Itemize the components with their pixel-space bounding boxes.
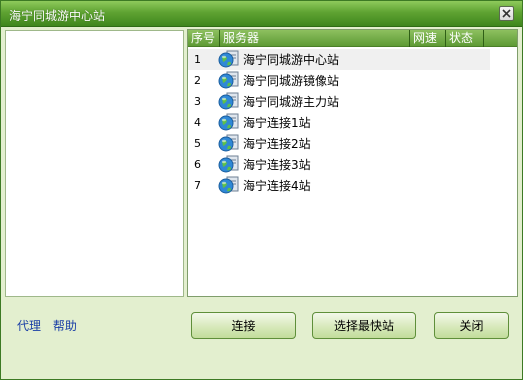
connect-button[interactable]: 连接 xyxy=(191,312,296,339)
row-seq: 3 xyxy=(194,95,201,108)
server-row[interactable]: 5 海宁连接2站 xyxy=(188,133,490,154)
server-list[interactable]: 序号 服务器 网速 状态 1 海宁同城游中心站 2 海宁同城游镜像站 3 海宁同城游主力站… xyxy=(187,29,518,297)
column-header-server[interactable]: 服务器 xyxy=(220,30,410,47)
server-row[interactable]: 4 海宁连接1站 xyxy=(188,112,490,133)
list-header: 序号 服务器 网速 状态 xyxy=(188,30,517,47)
left-panel xyxy=(5,30,184,297)
server-globe-icon xyxy=(218,71,240,91)
row-server-name: 海宁同城游中心站 xyxy=(243,53,340,67)
column-header-filler xyxy=(484,30,517,47)
server-row[interactable]: 1 海宁同城游中心站 xyxy=(188,49,490,70)
server-globe-icon xyxy=(218,134,240,154)
title-bar[interactable]: 海宁同城游中心站 xyxy=(1,1,522,27)
row-seq: 5 xyxy=(194,137,201,150)
window-title: 海宁同城游中心站 xyxy=(9,9,106,23)
server-globe-icon xyxy=(218,92,240,112)
row-server-cell: 海宁同城游镜像站 xyxy=(218,71,339,91)
row-server-cell: 海宁连接3站 xyxy=(218,155,311,175)
column-header-speed[interactable]: 网速 xyxy=(410,30,446,47)
server-globe-icon xyxy=(218,113,240,133)
select-fastest-button[interactable]: 选择最快站 xyxy=(312,312,416,339)
row-server-cell: 海宁连接1站 xyxy=(218,113,311,133)
row-server-cell: 海宁同城游中心站 xyxy=(218,50,339,70)
server-row[interactable]: 6 海宁连接3站 xyxy=(188,154,490,175)
proxy-link[interactable]: 代理 xyxy=(17,319,41,333)
dialog-body: 序号 服务器 网速 状态 1 海宁同城游中心站 2 海宁同城游镜像站 3 海宁同城游主力站… xyxy=(1,28,522,379)
row-server-name: 海宁同城游镜像站 xyxy=(243,74,340,88)
row-server-name: 海宁连接1站 xyxy=(243,116,311,130)
row-seq: 4 xyxy=(194,116,201,129)
row-server-name: 海宁连接2站 xyxy=(243,137,311,151)
row-server-cell: 海宁连接2站 xyxy=(218,134,311,154)
row-server-name: 海宁同城游主力站 xyxy=(243,95,340,109)
dialog-window: 海宁同城游中心站 序号 服务器 网速 状态 1 海宁同城游中心站 2 海宁同城游镜像站… xyxy=(0,0,523,380)
row-seq: 2 xyxy=(194,74,201,87)
column-header-status[interactable]: 状态 xyxy=(446,30,484,47)
server-row[interactable]: 7 海宁连接4站 xyxy=(188,175,490,196)
server-globe-icon xyxy=(218,50,240,70)
server-row[interactable]: 3 海宁同城游主力站 xyxy=(188,91,490,112)
help-link[interactable]: 帮助 xyxy=(53,319,77,333)
row-seq: 7 xyxy=(194,179,201,192)
server-globe-icon xyxy=(218,176,240,196)
row-seq: 1 xyxy=(194,53,201,66)
column-header-seq[interactable]: 序号 xyxy=(188,30,220,47)
close-x-glyph xyxy=(502,9,511,18)
server-globe-icon xyxy=(218,155,240,175)
close-icon[interactable] xyxy=(499,6,514,21)
row-server-cell: 海宁连接4站 xyxy=(218,176,311,196)
footer-links: 代理 帮助 xyxy=(17,317,85,334)
row-server-name: 海宁连接4站 xyxy=(243,179,311,193)
server-row[interactable]: 2 海宁同城游镜像站 xyxy=(188,70,490,91)
close-button[interactable]: 关闭 xyxy=(434,312,509,339)
row-seq: 6 xyxy=(194,158,201,171)
row-server-name: 海宁连接3站 xyxy=(243,158,311,172)
row-server-cell: 海宁同城游主力站 xyxy=(218,92,339,112)
